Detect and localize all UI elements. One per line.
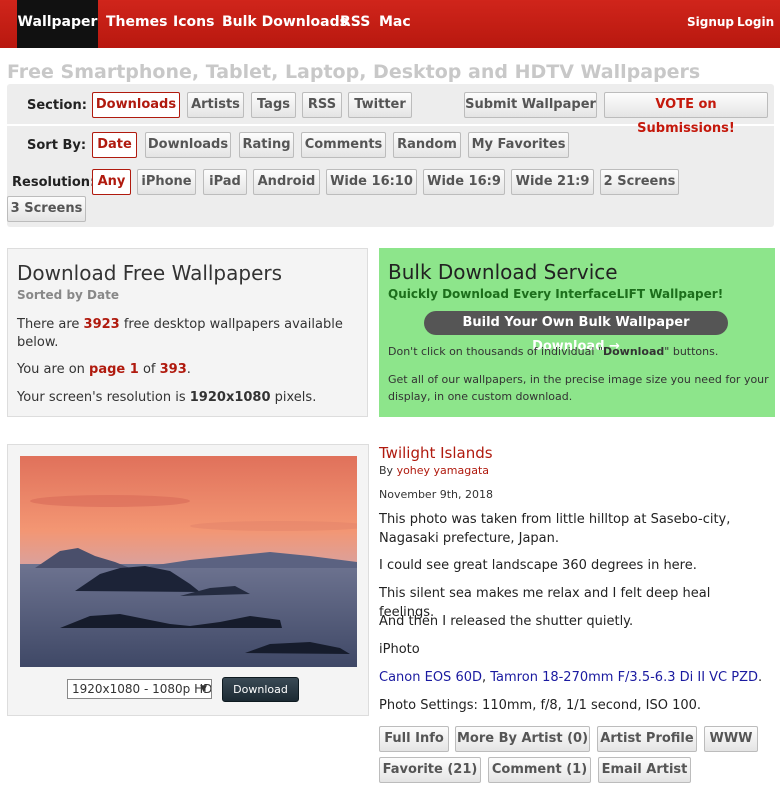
signup-link[interactable]: Signup bbox=[687, 15, 734, 29]
wallpaper-preview-box: 1920x1080 - 1080p HDTV▼ Download bbox=[7, 444, 369, 716]
nav-mac[interactable]: Mac bbox=[379, 14, 411, 30]
comment-button[interactable]: Comment (1) bbox=[488, 757, 591, 783]
sort-label: Sort By: bbox=[27, 138, 87, 153]
sort-rating-button[interactable]: Rating bbox=[239, 132, 294, 158]
artist-profile-button[interactable]: Artist Profile bbox=[597, 726, 697, 752]
camera-gear: Canon EOS 60D, Tamron 18-270mm F/3.5-6.3… bbox=[379, 668, 769, 687]
vote-submissions-button[interactable]: VOTE on Submissions! bbox=[604, 92, 768, 136]
sort-date-button[interactable]: Date bbox=[92, 132, 137, 158]
section-downloads-button[interactable]: Downloads bbox=[92, 92, 180, 118]
section-artists-button[interactable]: Artists bbox=[187, 92, 244, 118]
login-link[interactable]: Login bbox=[737, 15, 774, 29]
camera-link[interactable]: Canon EOS 60D bbox=[379, 670, 482, 685]
sort-comments-button[interactable]: Comments bbox=[301, 132, 386, 158]
bulk-description: Get all of our wallpapers, in the precis… bbox=[388, 373, 769, 403]
screen-resolution-text: Your screen's resolution is 1920x1080 pi… bbox=[17, 389, 357, 407]
bulk-note-pre: Don't click on thousands of individual " bbox=[388, 345, 603, 358]
res-wide-219-button[interactable]: Wide 21:9 bbox=[511, 169, 594, 195]
res-android-button[interactable]: Android bbox=[253, 169, 320, 195]
section-rss-button[interactable]: RSS bbox=[302, 92, 342, 118]
bulk-note-bold: Download bbox=[602, 345, 665, 358]
description-4: And then I released the shutter quietly. bbox=[379, 614, 634, 629]
screen-resolution: 1920x1080 bbox=[189, 390, 271, 405]
www-button[interactable]: WWW bbox=[704, 726, 758, 752]
sort-my-favorites-button[interactable]: My Favorites bbox=[468, 132, 569, 158]
page-mid: of bbox=[138, 362, 160, 377]
bulk-download-panel: Bulk Download Service Quickly Download E… bbox=[379, 248, 775, 417]
description-2: I could see great landscape 360 degrees … bbox=[379, 558, 697, 573]
sort-random-button[interactable]: Random bbox=[393, 132, 461, 158]
dropdown-arrow-icon: ▼ bbox=[200, 684, 207, 694]
bulk-subtitle: Quickly Download Every InterfaceLIFT Wal… bbox=[388, 287, 724, 301]
section-tags-button[interactable]: Tags bbox=[251, 92, 296, 118]
page-indicator-text: You are on page 1 of 393. bbox=[17, 361, 357, 379]
resolution-label: Resolution: bbox=[12, 175, 96, 190]
nav-rss[interactable]: RSS bbox=[340, 14, 370, 30]
description-1: This photo was taken from little hilltop… bbox=[379, 512, 731, 546]
bulk-note-post: " buttons. bbox=[664, 345, 719, 358]
res-post: pixels. bbox=[270, 390, 317, 405]
full-info-button[interactable]: Full Info bbox=[379, 726, 449, 752]
by-label: By bbox=[379, 464, 397, 477]
res-iphone-button[interactable]: iPhone bbox=[137, 169, 196, 195]
info-title: Download Free Wallpapers bbox=[17, 261, 283, 285]
res-ipad-button[interactable]: iPad bbox=[203, 169, 247, 195]
nav-icons[interactable]: Icons bbox=[173, 14, 214, 30]
section-label: Section: bbox=[27, 98, 87, 113]
page-tagline: Free Smartphone, Tablet, Laptop, Desktop… bbox=[7, 61, 701, 83]
current-page-link[interactable]: page 1 bbox=[89, 362, 139, 377]
info-subtitle: Sorted by Date bbox=[17, 288, 119, 302]
favorite-button[interactable]: Favorite (21) bbox=[379, 757, 481, 783]
info-panel: Download Free Wallpapers Sorted by Date … bbox=[7, 248, 368, 417]
wallpaper-title[interactable]: Twilight Islands bbox=[379, 444, 493, 462]
filter-panel: Section: Downloads Artists Tags RSS Twit… bbox=[7, 84, 774, 227]
more-by-artist-button[interactable]: More By Artist (0) bbox=[455, 726, 590, 752]
count-pre: There are bbox=[17, 317, 84, 332]
twilight-islands-image bbox=[20, 456, 357, 667]
bulk-title: Bulk Download Service bbox=[388, 260, 618, 284]
page-post: . bbox=[186, 362, 191, 377]
wallpaper-thumbnail[interactable] bbox=[20, 456, 357, 667]
total-pages-link[interactable]: 393 bbox=[160, 362, 187, 377]
wallpaper-count-text: There are 3923 free desktop wallpapers a… bbox=[17, 316, 357, 352]
top-nav-bar: Wallpaper Themes Icons Bulk Downloads RS… bbox=[0, 0, 780, 48]
bulk-note: Don't click on thousands of individual "… bbox=[388, 343, 770, 360]
res-wide-169-button[interactable]: Wide 16:9 bbox=[423, 169, 505, 195]
resolution-select[interactable]: 1920x1080 - 1080p HDTV▼ bbox=[67, 679, 212, 699]
artist-link[interactable]: yohey yamagata bbox=[397, 464, 489, 477]
nav-themes[interactable]: Themes bbox=[106, 14, 167, 30]
res-wide-1610-button[interactable]: Wide 16:10 bbox=[326, 169, 417, 195]
section-twitter-button[interactable]: Twitter bbox=[348, 92, 412, 118]
res-pre: Your screen's resolution is bbox=[17, 390, 190, 405]
download-button[interactable]: Download bbox=[222, 677, 299, 702]
wallpaper-date: November 9th, 2018 bbox=[379, 488, 493, 501]
nav-wallpaper[interactable]: Wallpaper bbox=[17, 0, 98, 48]
build-bulk-download-button[interactable]: Build Your Own Bulk Wallpaper Download → bbox=[424, 311, 728, 354]
submit-wallpaper-button[interactable]: Submit Wallpaper bbox=[464, 92, 597, 118]
gear-end: . bbox=[758, 670, 763, 685]
email-artist-button[interactable]: Email Artist bbox=[598, 757, 691, 783]
sort-downloads-button[interactable]: Downloads bbox=[145, 132, 231, 158]
page-pre: You are on bbox=[17, 362, 90, 377]
wallpaper-count: 3923 bbox=[83, 317, 120, 332]
lens-link[interactable]: Tamron 18-270mm F/3.5-6.3 Di II VC PZD bbox=[490, 670, 758, 685]
nav-bulk-downloads[interactable]: Bulk Downloads bbox=[222, 14, 348, 30]
res-2-screens-button[interactable]: 2 Screens bbox=[600, 169, 679, 195]
photo-settings: Photo Settings: 110mm, f/8, 1/1 second, … bbox=[379, 698, 702, 713]
description-5: iPhoto bbox=[379, 642, 420, 657]
res-3-screens-button[interactable]: 3 Screens bbox=[7, 196, 86, 222]
resolution-select-value: 1920x1080 - 1080p HDTV bbox=[72, 682, 212, 696]
res-any-button[interactable]: Any bbox=[92, 169, 131, 195]
wallpaper-byline: By yohey yamagata bbox=[379, 464, 489, 477]
